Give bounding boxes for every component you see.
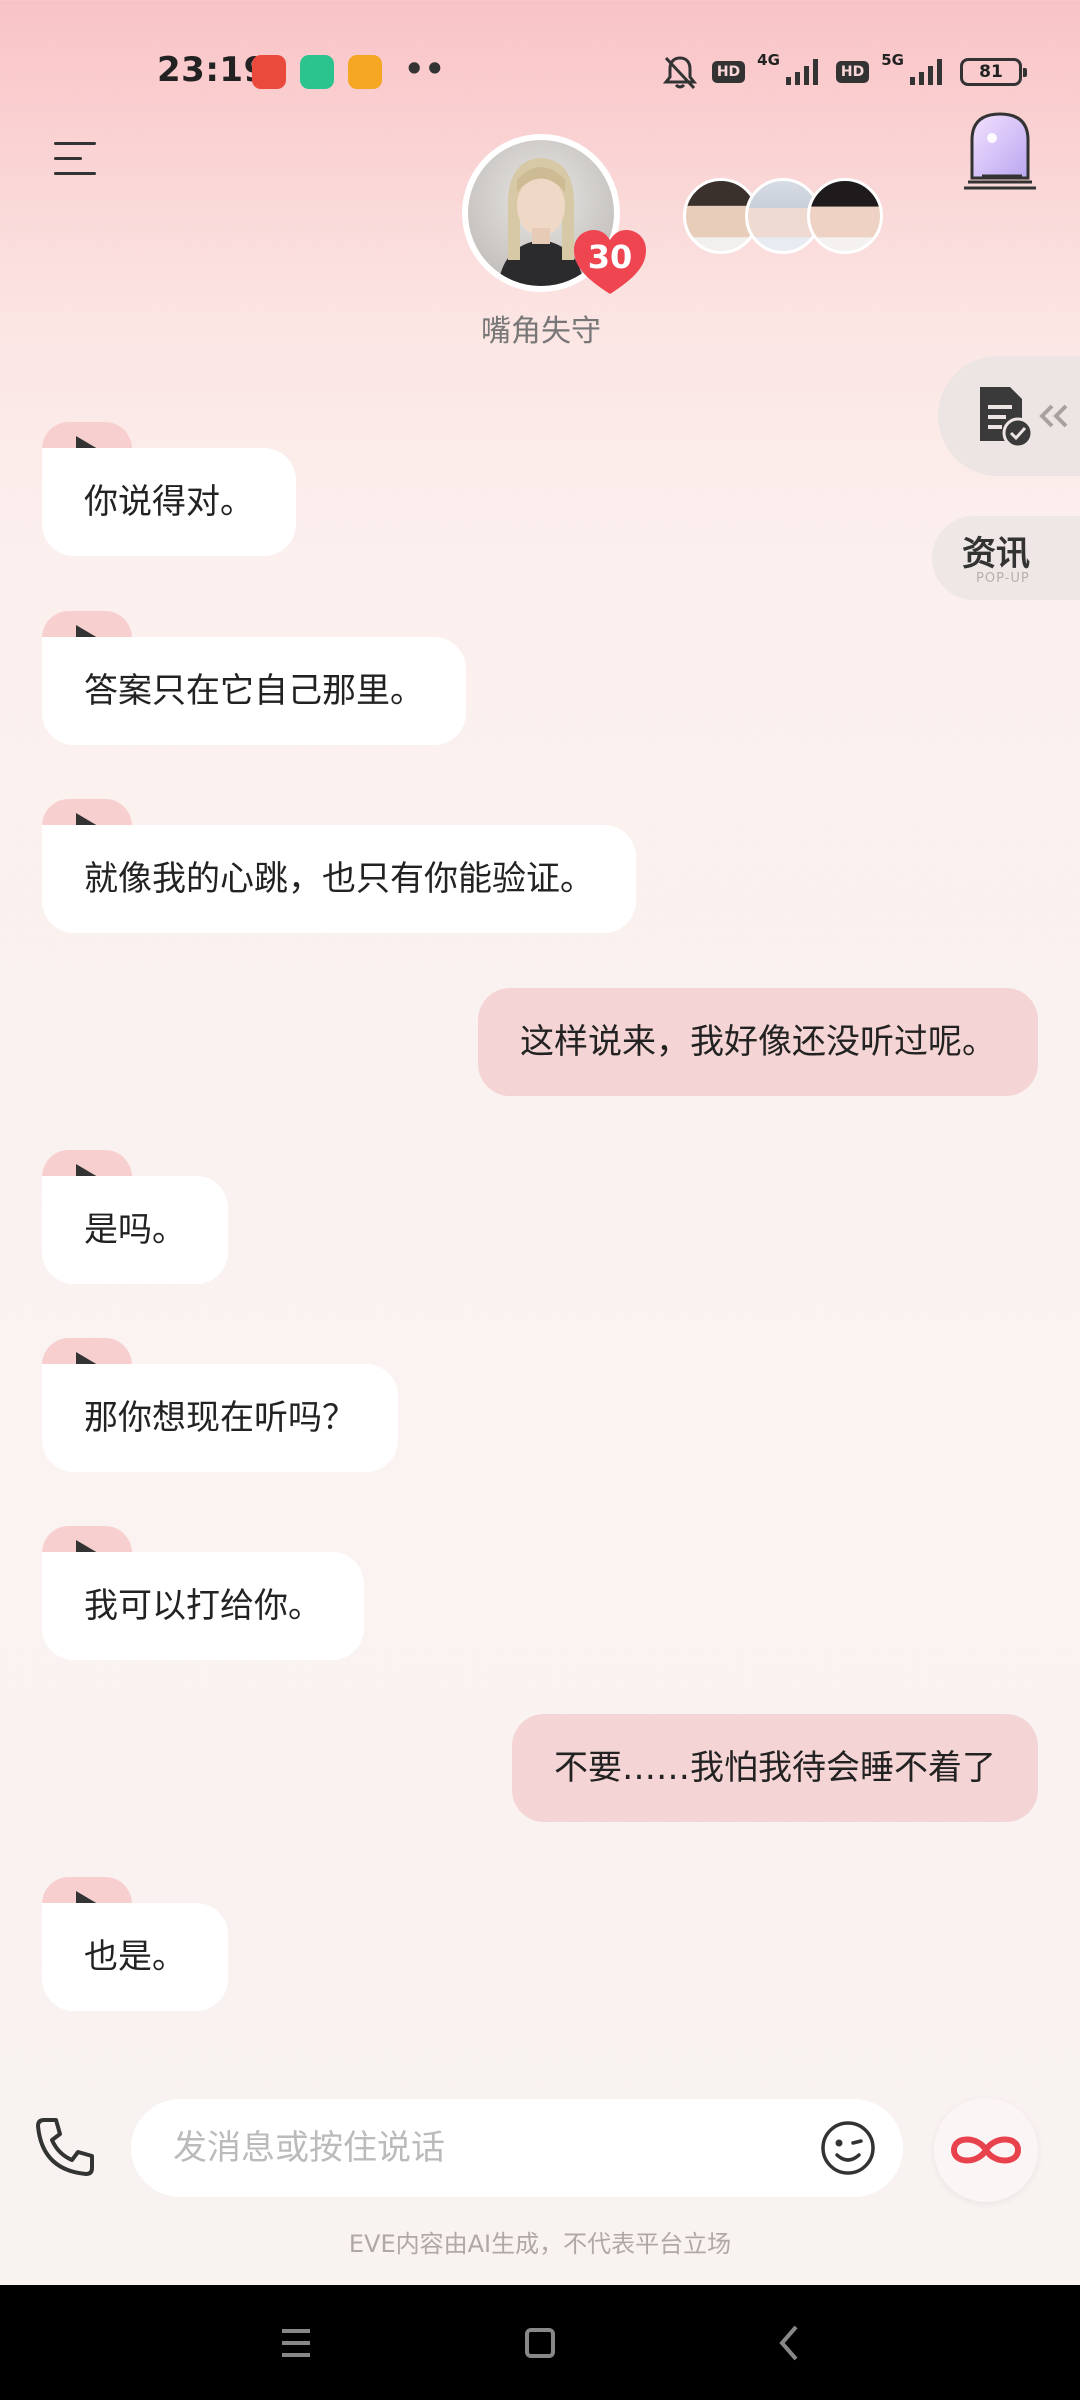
ai-message-text: 我可以打给你。 bbox=[42, 1552, 364, 1660]
status-bar: 23:19 •• HD 4G HD 5G 81 bbox=[0, 0, 1080, 140]
more-notifications-dots: •• bbox=[404, 50, 445, 88]
status-right-group: HD 4G HD 5G 81 bbox=[660, 51, 1027, 92]
menu-line-icon bbox=[54, 142, 96, 145]
mute-bell-icon bbox=[662, 56, 697, 90]
memo-summary-button[interactable] bbox=[938, 356, 1080, 476]
signal-icon-2 bbox=[910, 59, 942, 85]
ai-message-text: 就像我的心跳，也只有你能验证。 bbox=[42, 825, 636, 933]
ai-message-text: 你说得对。 bbox=[42, 448, 296, 556]
news-label: 资讯 bbox=[962, 534, 1030, 574]
signal-icon-1 bbox=[785, 59, 818, 85]
hd-badge-2: HD bbox=[835, 61, 870, 83]
message-input[interactable]: 发消息或按住说话 bbox=[131, 2099, 903, 2197]
menu-button[interactable] bbox=[54, 138, 100, 178]
affinity-level-badge: 30 bbox=[572, 228, 648, 296]
network-4g-label: 4G bbox=[757, 51, 780, 69]
ai-disclaimer: EVE内容由AI生成，不代表平台立场 bbox=[348, 2230, 732, 2258]
ai-message-text: 那你想现在听吗？ bbox=[42, 1364, 398, 1472]
recent-apps-icon[interactable] bbox=[266, 2315, 326, 2371]
user-message: 这样说来，我好像还没听过呢。 bbox=[478, 988, 1038, 1096]
orange-app-icon bbox=[348, 55, 382, 89]
infinity-mode-button[interactable] bbox=[934, 2098, 1038, 2202]
system-nav-bar bbox=[0, 2285, 1080, 2400]
news-popup-button[interactable]: 资讯 POP-UP bbox=[932, 516, 1080, 600]
menu-line-icon bbox=[54, 172, 96, 175]
infinity-icon bbox=[950, 2136, 1022, 2164]
ai-message-text: 也是。 bbox=[42, 1903, 228, 2011]
message-input-placeholder: 发消息或按住说话 bbox=[173, 2128, 445, 2168]
ai-message-text: 是吗。 bbox=[42, 1176, 228, 1284]
news-sub-label: POP-UP bbox=[976, 571, 1030, 586]
battery-indicator: 81 bbox=[960, 58, 1027, 86]
app-red-icon bbox=[252, 55, 286, 89]
document-check-icon bbox=[980, 387, 1034, 449]
hd-badge-1: HD bbox=[711, 61, 746, 83]
ai-message-text: 答案只在它自己那里。 bbox=[42, 637, 466, 745]
home-icon[interactable] bbox=[510, 2315, 570, 2371]
avatar-black-hair[interactable] bbox=[807, 178, 883, 254]
network-5g-label: 5G bbox=[881, 51, 904, 69]
shield-app-icon bbox=[300, 55, 334, 89]
emoji-icon[interactable] bbox=[819, 2119, 877, 2177]
phone-call-icon[interactable] bbox=[30, 2112, 100, 2182]
back-icon[interactable] bbox=[760, 2315, 820, 2371]
user-message: 不要……我怕我待会睡不着了 bbox=[512, 1714, 1038, 1822]
affinity-level-text: 30 bbox=[587, 238, 633, 276]
menu-line-icon bbox=[54, 157, 82, 160]
collapse-chevron-icon bbox=[1039, 404, 1068, 428]
character-name: 嘴角失守 bbox=[481, 314, 601, 349]
portal-door-icon[interactable] bbox=[962, 108, 1038, 192]
other-characters-group[interactable] bbox=[683, 178, 883, 254]
